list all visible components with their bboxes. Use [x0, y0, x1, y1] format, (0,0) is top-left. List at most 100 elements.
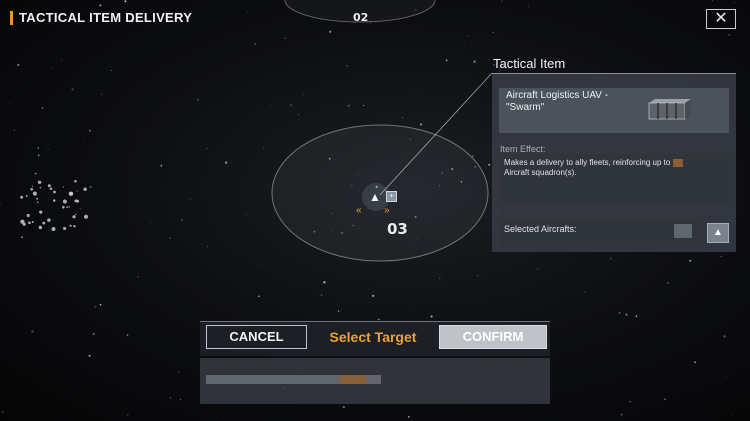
star [89, 185, 92, 189]
asteroid [68, 191, 73, 196]
star [725, 375, 727, 377]
star [224, 161, 228, 164]
star [88, 354, 91, 357]
fleet-badge-icon: + [386, 191, 397, 202]
star [110, 69, 112, 72]
star [320, 294, 323, 297]
star [76, 189, 79, 192]
aircraft-select-icon: ▲ [713, 227, 723, 238]
star [206, 147, 208, 150]
asteroid [76, 199, 80, 203]
star [689, 259, 692, 262]
item-effect-line-1: Makes a delivery to ally fleets, reinfor… [504, 158, 671, 167]
item-name: Aircraft Logistics UAV - "Swarm" [506, 90, 609, 113]
asteroid [25, 194, 28, 197]
asteroid [51, 227, 56, 231]
title-accent-bar [10, 10, 13, 25]
star [492, 31, 494, 33]
star [464, 41, 466, 43]
star [694, 361, 697, 364]
star [664, 398, 666, 400]
star [89, 130, 91, 132]
star [728, 33, 731, 36]
star [629, 400, 631, 403]
asteroid [28, 221, 31, 225]
asteroid [63, 226, 67, 230]
star [31, 330, 34, 333]
star [625, 313, 628, 316]
star [635, 315, 638, 318]
star [160, 164, 163, 167]
sector-label-03[interactable]: 03 [387, 220, 408, 238]
star [79, 208, 81, 210]
star [9, 102, 11, 104]
asteroid [84, 214, 88, 219]
star [41, 107, 44, 109]
star [284, 37, 286, 39]
star [467, 35, 469, 38]
star [377, 318, 380, 321]
star [178, 371, 180, 373]
asteroid [75, 213, 77, 216]
star [667, 282, 669, 284]
star [181, 218, 183, 221]
star [92, 332, 95, 336]
asteroid [31, 185, 33, 187]
asteroid [68, 206, 70, 208]
star [342, 406, 345, 409]
asteroid [73, 225, 76, 228]
asteroid [42, 221, 46, 225]
star [490, 2, 492, 4]
asteroid [20, 195, 24, 199]
star [407, 415, 410, 418]
star [592, 57, 594, 58]
star [34, 172, 37, 175]
star [126, 334, 129, 336]
star [618, 312, 621, 314]
cancel-button[interactable]: CANCEL [206, 325, 307, 349]
asteroid [37, 180, 42, 185]
asteroid [47, 184, 51, 188]
star [720, 255, 722, 258]
asteroid [62, 205, 65, 209]
star [297, 113, 300, 115]
star [139, 127, 141, 129]
star [323, 281, 326, 284]
select-target-label: Select Target [329, 329, 417, 345]
aircraft-select-button[interactable]: ▲ [707, 223, 729, 243]
star [620, 413, 623, 416]
asteroid [62, 199, 67, 204]
star [206, 246, 208, 247]
star [472, 155, 474, 157]
star [501, 0, 503, 2]
title-area: TACTICAL ITEM DELIVERY [10, 10, 192, 25]
star [197, 98, 199, 101]
asteroid [39, 210, 43, 214]
star [362, 104, 365, 107]
uav-crate-icon [648, 99, 691, 120]
star [99, 303, 102, 306]
confirm-button[interactable]: CONFIRM [439, 325, 547, 349]
star [254, 43, 256, 46]
fleet-marker-icon[interactable]: ▲ [369, 190, 381, 204]
star [477, 275, 479, 277]
asteroid [30, 187, 34, 191]
asteroid [62, 186, 64, 188]
star [439, 277, 441, 280]
asteroid [74, 179, 77, 183]
close-button[interactable]: ✕ [706, 9, 736, 29]
star [537, 268, 539, 270]
star [247, 11, 249, 12]
asteroid [31, 221, 34, 223]
star [733, 1, 735, 3]
star [169, 397, 172, 399]
star [52, 67, 54, 69]
sector-label-02[interactable]: 02 [353, 11, 368, 24]
star [263, 147, 265, 148]
close-icon: ✕ [714, 10, 728, 27]
star [527, 5, 529, 7]
star [258, 295, 260, 298]
star [258, 265, 260, 266]
star [101, 93, 103, 96]
star [137, 276, 139, 278]
